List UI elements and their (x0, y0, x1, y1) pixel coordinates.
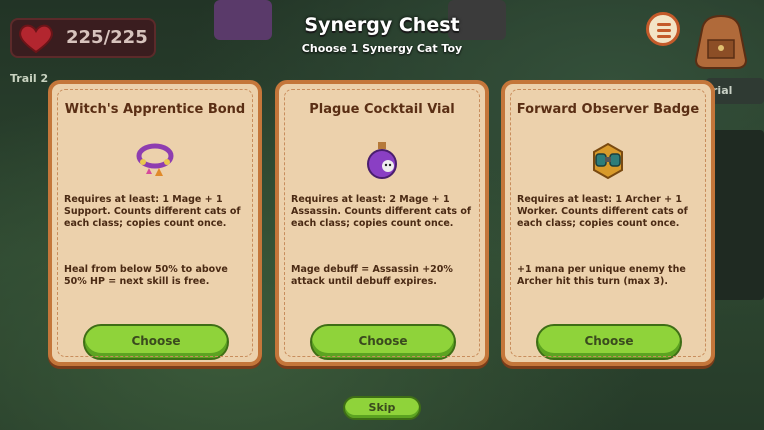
card-requirement: Requires at least: 2 Mage + 1 Assassin. … (291, 194, 471, 229)
page-subtitle: Choose 1 Synergy Cat Toy (301, 42, 463, 55)
card-effect: +1 mana per unique enemy the Archer hit … (517, 264, 686, 287)
choose-button[interactable]: Choose (310, 324, 456, 360)
card-effect: Heal from below 50% to above 50% HP = ne… (64, 264, 228, 287)
binoculars-badge-icon (593, 142, 623, 180)
menu-icon (657, 23, 671, 26)
reward-card-1: Witch's Apprentice Bond Requires at leas… (48, 80, 262, 366)
card-title: Plague Cocktail Vial (309, 102, 455, 117)
backpack-icon[interactable] (690, 10, 752, 70)
poison-vial-icon (367, 142, 397, 179)
card-requirement: Requires at least: 1 Archer + 1 Worker. … (517, 194, 688, 229)
charm-bracelet-icon (136, 143, 174, 176)
card-effect: Mage debuff = Assassin +20% attack until… (291, 264, 453, 287)
reward-card-2: Plague Cocktail Vial Requires at least: … (275, 80, 489, 366)
card-title: Witch's Apprentice Bond (64, 102, 246, 117)
card-title: Forward Observer Badge (516, 102, 700, 117)
card-requirement: Requires at least: 1 Mage + 1 Support. C… (64, 194, 241, 229)
skip-button[interactable]: Skip (343, 396, 421, 420)
reward-card-3: Forward Observer Badge Requires at least… (501, 80, 715, 366)
trail-label: Trail 2 (10, 72, 49, 85)
choose-button[interactable]: Choose (83, 324, 229, 360)
choose-button[interactable]: Choose (536, 324, 682, 360)
menu-button[interactable] (646, 12, 680, 46)
